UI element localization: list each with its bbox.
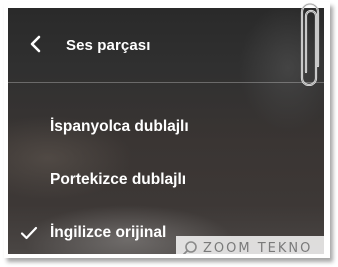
audio-track-label: Portekizce dublajlı (50, 171, 187, 188)
audio-track-option-portuguese[interactable]: Portekizce dublajlı (8, 157, 324, 203)
paperclip-icon (300, 2, 320, 86)
watermark: ZOOM TEKNO (176, 236, 324, 254)
menu-header: Ses parçası (8, 8, 324, 83)
audio-track-label: İspanyolca dublajlı (50, 118, 189, 135)
audio-track-menu: Ses parçası İspanyolca dublajlı Portekiz… (8, 8, 324, 254)
back-button[interactable] (26, 34, 46, 54)
chevron-left-icon (30, 35, 41, 53)
checkmark-icon (20, 226, 38, 240)
menu-title: Ses parçası (66, 37, 151, 54)
audio-track-option-spanish[interactable]: İspanyolca dublajlı (8, 104, 324, 150)
watermark-text: ZOOM TEKNO (203, 240, 313, 255)
magnifier-icon (182, 241, 197, 254)
audio-track-label: İngilizce orijinal (50, 224, 167, 241)
